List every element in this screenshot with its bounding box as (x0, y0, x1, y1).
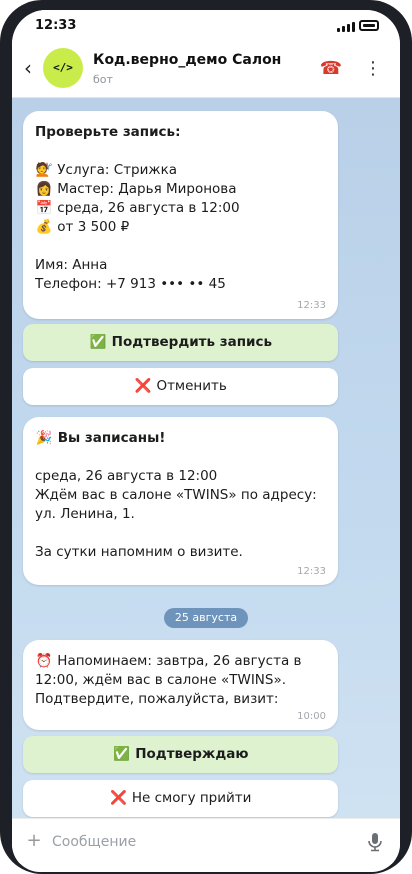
message-time: 12:33 (297, 300, 326, 311)
message-line: ⏰ Напоминаем: завтра, 26 августа в 12:00… (35, 653, 302, 707)
message-bubble-reminder: ⏰ Напоминаем: завтра, 26 августа в 12:00… (23, 640, 338, 730)
phone-frame: 12:33 ‹ </> Код.верно_демо Салон бот ☎ ⋮… (0, 0, 412, 874)
status-time: 12:33 (35, 18, 77, 33)
check-icon: ✅ (113, 746, 130, 762)
money-bag-icon: 💰 (35, 219, 53, 235)
confirm-booking-button[interactable]: ✅ Подтвердить запись (23, 324, 338, 361)
battery-icon (359, 20, 379, 31)
check-icon: ✅ (89, 334, 107, 350)
chat-header: ‹ </> Код.верно_демо Салон бот ☎ ⋮ (12, 42, 400, 98)
cant-come-button[interactable]: ❌ Не смогу прийти (23, 780, 338, 817)
message-bubble-booked: 🎉 Вы записаны! среда, 26 августа в 12:00… (23, 417, 338, 585)
message-line: 👩 Мастер: Дарья Миронова (35, 181, 237, 197)
cancel-button[interactable]: ❌ Отменить (23, 368, 338, 405)
plus-icon[interactable]: + (26, 830, 42, 852)
message-time: 10:00 (297, 711, 326, 722)
chat-area: Проверьте запись: 💇 Услуга: Стрижка 👩 Ма… (12, 98, 400, 818)
more-options-icon[interactable]: ⋮ (364, 58, 382, 80)
message-line: среда, 26 августа в 12:00 (35, 468, 218, 484)
back-icon[interactable]: ‹ (20, 56, 36, 80)
alarm-clock-icon: ⏰ (35, 653, 53, 669)
message-line: 💰 от 3 500 ₽ (35, 219, 130, 235)
avatar[interactable]: </> (43, 48, 83, 88)
party-icon: 🎉 (35, 430, 53, 446)
message-line: 💇 Услуга: Стрижка (35, 162, 177, 178)
cross-icon: ❌ (134, 378, 152, 394)
chat-title[interactable]: Код.верно_демо Салон (93, 52, 281, 68)
message-input[interactable] (52, 829, 352, 855)
microphone-icon[interactable] (364, 831, 386, 853)
status-bar: 12:33 (12, 10, 400, 42)
phone-call-icon[interactable]: ☎ (319, 58, 343, 80)
message-time: 12:33 (297, 566, 326, 577)
cross-icon: ❌ (110, 790, 127, 806)
message-line: Телефон: +7 913 ••• •• 45 (35, 276, 226, 292)
message-line: Имя: Анна (35, 257, 108, 273)
chat-subtitle: бот (93, 73, 113, 86)
date-separator: 25 августа (164, 608, 248, 628)
message-line: Проверьте запись: (35, 124, 181, 140)
signal-icon (337, 21, 355, 32)
message-line: 📅 среда, 26 августа в 12:00 (35, 200, 240, 216)
master-icon: 👩 (35, 181, 53, 197)
composer: + (12, 818, 400, 864)
calendar-icon: 📅 (35, 200, 53, 216)
message-bubble-check: Проверьте запись: 💇 Услуга: Стрижка 👩 Ма… (23, 111, 338, 319)
message-line: Ждём вас в салоне «TWINS» по адресу: ул.… (35, 487, 317, 522)
message-line: За сутки напомним о визите. (35, 544, 243, 560)
message-line: 🎉 Вы записаны! (35, 430, 166, 446)
confirm-visit-button[interactable]: ✅ Подтверждаю (23, 736, 338, 773)
screen: 12:33 ‹ </> Код.верно_демо Салон бот ☎ ⋮… (12, 10, 400, 872)
haircut-icon: 💇 (35, 162, 53, 178)
